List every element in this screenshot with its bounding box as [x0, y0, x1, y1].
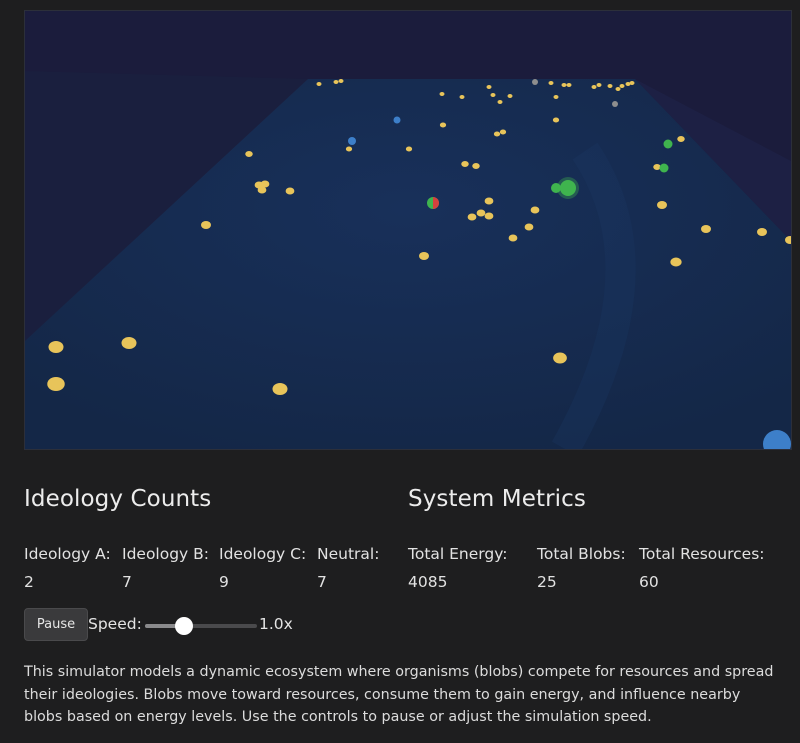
resource-dot [333, 80, 339, 84]
total-blobs-stat: Total Blobs: 25 [537, 540, 626, 596]
resource-dot [338, 79, 344, 83]
resource-dot [553, 352, 567, 364]
resource-dot [561, 83, 567, 87]
blob [393, 116, 401, 124]
ideology-c-stat: Ideology C: 9 [219, 540, 306, 596]
system-metrics-title: System Metrics [408, 486, 586, 512]
resource-dot [591, 85, 597, 89]
blob [348, 137, 356, 145]
speed-slider[interactable] [145, 617, 257, 635]
resource-dot [419, 252, 429, 260]
ideology-a-stat: Ideology A: 2 [24, 540, 111, 596]
resource-dot [476, 209, 486, 217]
resource-dot [670, 257, 682, 267]
speed-slider-thumb[interactable] [175, 617, 194, 635]
resource-dot [467, 213, 477, 221]
resource-dot [260, 180, 270, 188]
speed-value: 1.0x [259, 615, 293, 633]
resource-dot [530, 206, 540, 214]
total-resources-stat: Total Resources: 60 [639, 540, 765, 596]
ideology-b-stat: Ideology B: 7 [122, 540, 209, 596]
total-blobs-value: 25 [537, 573, 557, 591]
resource-dot [439, 122, 447, 128]
resource-dot [629, 81, 635, 85]
simulation-viewport[interactable] [24, 10, 792, 450]
resource-dot [701, 225, 711, 233]
total-energy-stat: Total Energy: 4085 [408, 540, 508, 596]
neutral-value: 7 [317, 573, 327, 591]
resource-dot [757, 228, 767, 236]
resource-dot [497, 100, 503, 104]
neutral-label: Neutral: [317, 545, 380, 563]
blob [663, 139, 673, 149]
blob [659, 163, 669, 173]
speed-label: Speed: [88, 615, 142, 633]
resource-dot [566, 83, 572, 87]
resource-dot [316, 82, 322, 86]
total-resources-label: Total Resources: [639, 545, 765, 563]
resource-dot [201, 221, 211, 229]
blob [612, 101, 618, 107]
pause-button[interactable]: Pause [24, 608, 88, 641]
blob [560, 180, 576, 196]
resource-dot [47, 377, 65, 391]
simulation-canvas[interactable] [25, 11, 791, 449]
resource-dot [486, 85, 492, 89]
ideology-a-label: Ideology A: [24, 545, 111, 563]
blob [532, 79, 538, 85]
resource-dot [657, 201, 667, 209]
resource-dot [493, 131, 501, 137]
resource-dot [257, 186, 267, 194]
resource-dot [345, 146, 353, 152]
description-text: This simulator models a dynamic ecosyste… [24, 664, 774, 725]
ideology-a-value: 2 [24, 573, 34, 591]
resource-dot [508, 234, 518, 242]
ideology-counts-title: Ideology Counts [24, 486, 212, 512]
resource-dot [507, 94, 513, 98]
resource-dot [484, 212, 494, 220]
resource-dot [615, 87, 621, 91]
resource-dot [524, 223, 534, 231]
resource-dot [619, 84, 625, 88]
resource-dot [596, 83, 602, 87]
resource-dot [461, 161, 469, 167]
neutral-stat: Neutral: 7 [317, 540, 379, 596]
resource-dot [548, 81, 554, 85]
resource-dot [552, 117, 560, 123]
resource-dot [439, 92, 445, 96]
resource-dot [472, 163, 480, 169]
resource-dot [499, 129, 507, 135]
total-resources-value: 60 [639, 573, 659, 591]
ideology-c-label: Ideology C: [219, 545, 307, 563]
resource-dot [285, 187, 295, 195]
total-energy-label: Total Energy: [408, 545, 508, 563]
resource-dot [121, 337, 137, 349]
resource-dot [245, 151, 253, 157]
resource-dot [490, 93, 496, 97]
resource-dot [607, 84, 613, 88]
ideology-b-label: Ideology B: [122, 545, 210, 563]
total-energy-value: 4085 [408, 573, 448, 591]
simulation-controls: Pause Speed: 1.0x [24, 608, 324, 642]
resource-dot [405, 146, 413, 152]
ideology-c-value: 9 [219, 573, 229, 591]
resource-dot [272, 383, 288, 395]
total-blobs-label: Total Blobs: [537, 545, 626, 563]
ideology-b-value: 7 [122, 573, 132, 591]
resource-dot [553, 95, 559, 99]
resource-dot [677, 136, 685, 142]
resource-dot [459, 95, 465, 99]
resource-dot [484, 197, 494, 205]
resource-dot [48, 341, 64, 353]
